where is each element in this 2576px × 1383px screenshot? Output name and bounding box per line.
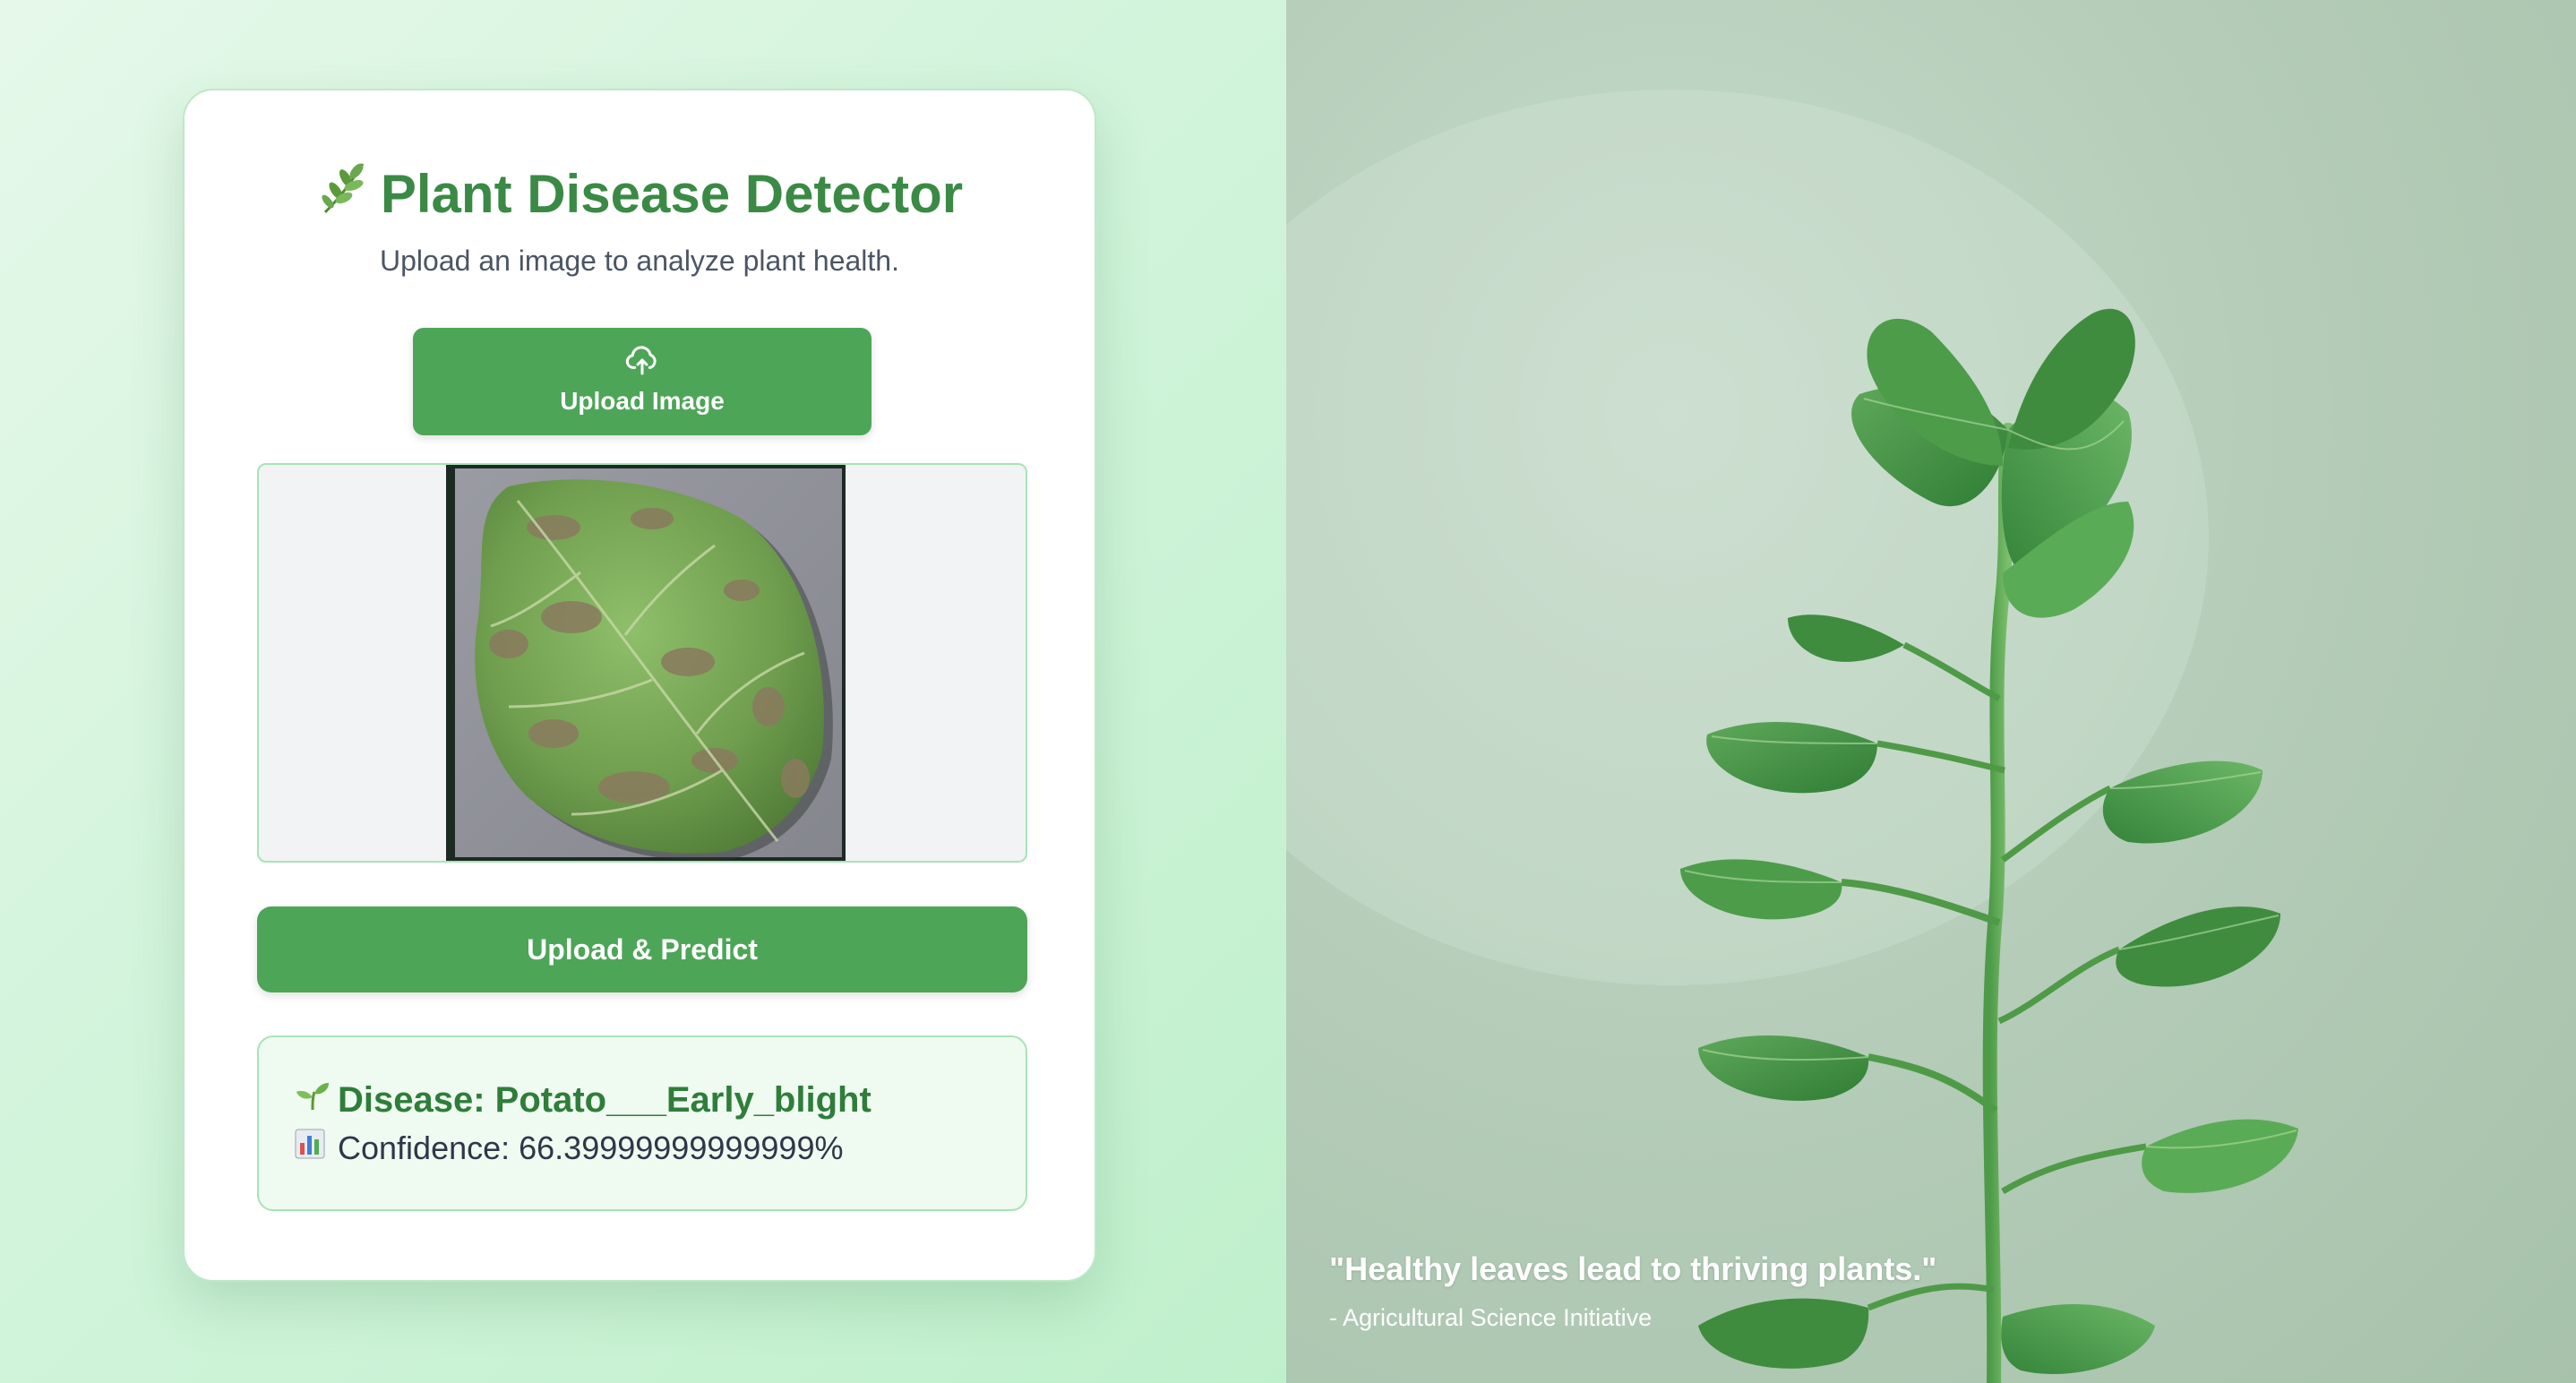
subtitle: Upload an image to analyze plant health.: [380, 245, 899, 277]
hero-quote: "Healthy leaves lead to thriving plants.…: [1329, 1250, 1937, 1287]
result-panel: Disease: Potato___Early_blight Confidenc…: [257, 1035, 1027, 1211]
disease-text: Disease: Potato___Early_blight: [338, 1080, 872, 1120]
confidence-text: Confidence: 66.39999999999999%: [338, 1130, 844, 1166]
page: Plant Disease Detector Upload an image t…: [0, 0, 2576, 1383]
upload-image-label: Upload Image: [560, 387, 725, 415]
upload-image-button[interactable]: Upload Image: [413, 328, 872, 435]
seedling-icon: [295, 1077, 331, 1123]
title-text: Plant Disease Detector: [380, 164, 964, 224]
detector-card: Plant Disease Detector Upload an image t…: [183, 89, 1096, 1282]
hero-panel: "Healthy leaves lead to thriving plants.…: [1286, 0, 2576, 1383]
hero-quote-source: - Agricultural Science Initiative: [1329, 1304, 1653, 1331]
bar-chart-icon: [295, 1123, 331, 1173]
cloud-upload-icon: [413, 342, 872, 378]
left-panel: Plant Disease Detector Upload an image t…: [0, 0, 1286, 1383]
upload-predict-button[interactable]: Upload & Predict: [257, 906, 1027, 992]
leaf-photo: [446, 465, 846, 861]
herb-icon: [316, 159, 370, 235]
image-preview: [257, 463, 1027, 863]
page-title: Plant Disease Detector: [185, 159, 1095, 235]
disease-result: Disease: Potato___Early_blight: [295, 1077, 1026, 1123]
plant-illustration: [1286, 90, 2298, 1383]
confidence-result: Confidence: 66.39999999999999%: [295, 1123, 1026, 1173]
